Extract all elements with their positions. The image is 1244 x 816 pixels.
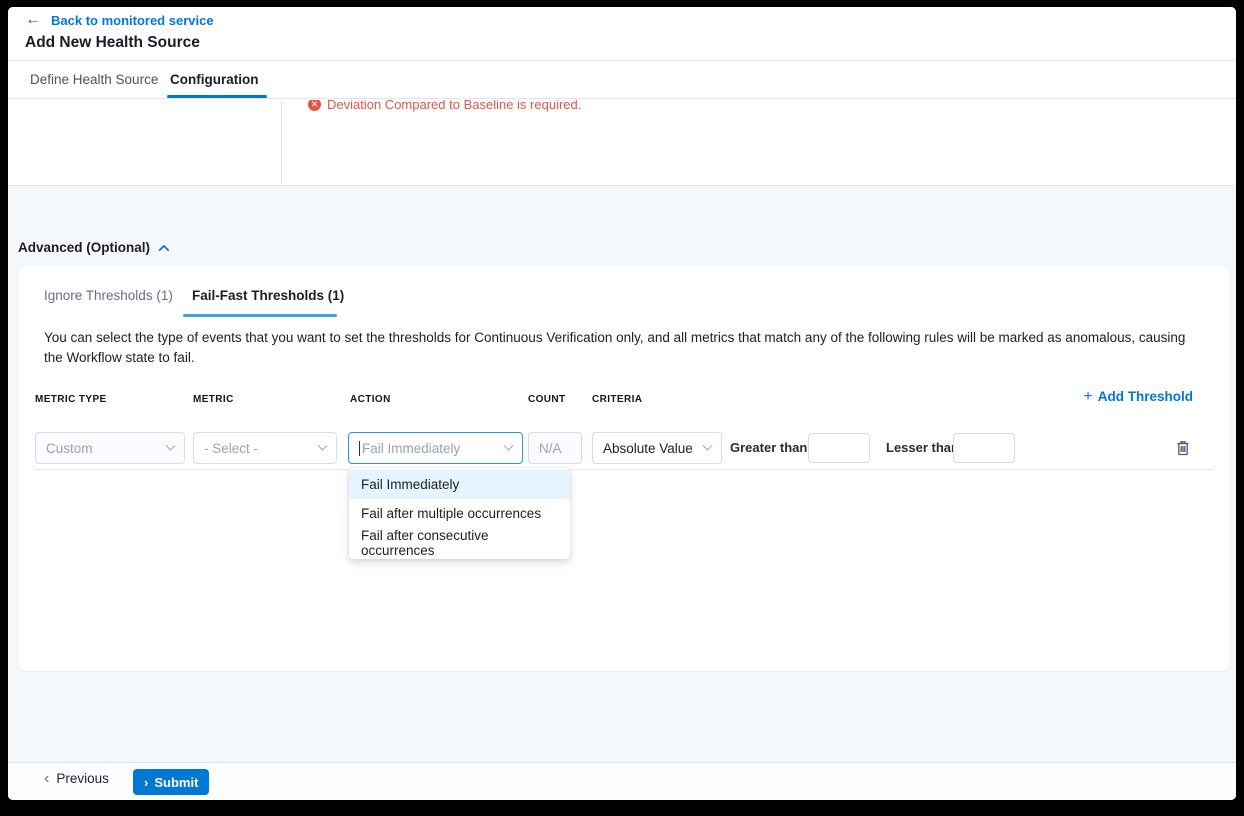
dropdown-option-fail-after-consecutive[interactable]: Fail after consecutive occurrences: [349, 528, 570, 557]
validation-error: ✕ Deviation Compared to Baseline is requ…: [308, 100, 581, 112]
submit-label: Submit: [154, 775, 198, 790]
chevron-down-icon: [703, 440, 713, 450]
action-value: Fail Immediately: [362, 441, 460, 456]
previous-button[interactable]: ‹ Previous: [44, 771, 109, 786]
chevron-down-icon: [318, 440, 328, 450]
count-input[interactable]: N/A: [528, 432, 582, 464]
lesser-than-input[interactable]: [953, 433, 1015, 463]
back-to-monitored-service-link[interactable]: ← Back to monitored service: [25, 12, 214, 28]
column-header-metric-type: METRIC TYPE: [35, 394, 107, 405]
back-link-label: Back to monitored service: [51, 13, 214, 28]
advanced-section-toggle[interactable]: Advanced (Optional): [18, 240, 170, 255]
chevron-left-icon: ‹: [44, 772, 49, 786]
content-area: ✕ Deviation Compared to Baseline is requ…: [8, 100, 1236, 762]
error-message: Deviation Compared to Baseline is requir…: [327, 100, 581, 112]
plus-icon: +: [1083, 390, 1092, 404]
tab-define-health-source[interactable]: Define Health Source: [30, 72, 158, 87]
column-header-criteria: CRITERIA: [592, 394, 642, 405]
app-window: ← Back to monitored service Add New Heal…: [8, 7, 1236, 800]
panel-vertical-divider: [281, 100, 282, 185]
advanced-section-label: Advanced (Optional): [18, 240, 150, 255]
active-tab-underline: [167, 95, 267, 98]
wizard-footer: ‹ Previous › Submit: [8, 762, 1236, 800]
add-threshold-label: Add Threshold: [1098, 389, 1193, 404]
chevron-right-icon: ›: [144, 775, 148, 790]
greater-than-input[interactable]: [808, 433, 870, 463]
text-caret: [359, 441, 360, 456]
metric-type-select[interactable]: Custom: [35, 432, 185, 464]
tab-fail-fast-thresholds[interactable]: Fail-Fast Thresholds (1): [192, 288, 344, 303]
back-arrow-icon: ←: [25, 12, 41, 28]
metric-value: - Select -: [204, 441, 258, 456]
thresholds-card: Ignore Thresholds (1) Fail-Fast Threshol…: [18, 266, 1230, 671]
active-card-tab-underline: [183, 314, 337, 317]
criteria-value: Absolute Value: [603, 441, 693, 456]
configuration-panel: ✕ Deviation Compared to Baseline is requ…: [8, 100, 1236, 186]
submit-button[interactable]: › Submit: [133, 769, 209, 795]
column-header-count: COUNT: [528, 394, 566, 405]
lesser-than-label: Lesser than: [886, 440, 959, 455]
metric-type-value: Custom: [46, 441, 93, 456]
action-dropdown-menu: Fail Immediately Fail after multiple occ…: [349, 468, 570, 559]
trash-icon: [1175, 439, 1191, 457]
action-value-wrap: Fail Immediately: [359, 441, 460, 456]
greater-than-label: Greater than: [730, 440, 807, 455]
previous-label: Previous: [56, 771, 109, 786]
chevron-down-icon: [504, 440, 514, 450]
page-title: Add New Health Source: [25, 34, 200, 52]
main-tab-bar: Define Health Source Configuration: [8, 61, 1236, 99]
row-divider: [35, 469, 1213, 470]
dropdown-option-fail-after-multiple[interactable]: Fail after multiple occurrences: [349, 499, 570, 528]
chevron-down-icon: [166, 440, 176, 450]
metric-select[interactable]: - Select -: [193, 432, 337, 464]
add-threshold-button[interactable]: + Add Threshold: [1083, 389, 1193, 404]
delete-threshold-button[interactable]: [1173, 437, 1193, 459]
chevron-up-icon: [158, 244, 169, 255]
error-icon: ✕: [308, 100, 321, 111]
column-header-action: ACTION: [350, 394, 391, 405]
column-header-metric: METRIC: [193, 394, 234, 405]
criteria-select[interactable]: Absolute Value: [592, 432, 722, 464]
action-select[interactable]: Fail Immediately: [348, 432, 523, 464]
dropdown-option-fail-immediately[interactable]: Fail Immediately: [349, 470, 570, 499]
tab-configuration[interactable]: Configuration: [170, 72, 258, 87]
tab-ignore-thresholds[interactable]: Ignore Thresholds (1): [44, 288, 173, 303]
count-value: N/A: [539, 441, 562, 456]
page-header: ← Back to monitored service Add New Heal…: [8, 7, 1236, 61]
thresholds-description: You can select the type of events that y…: [44, 328, 1204, 367]
